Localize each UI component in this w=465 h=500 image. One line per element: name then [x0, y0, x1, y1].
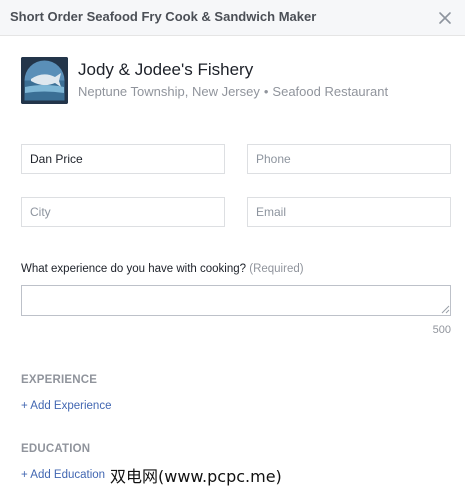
job-title: Short Order Seafood Fry Cook & Sandwich …	[10, 9, 317, 24]
add-experience-link[interactable]: + Add Experience	[21, 400, 111, 412]
business-category: Seafood Restaurant	[272, 84, 389, 99]
business-avatar	[21, 57, 68, 104]
business-location: Neptune Township, New Jersey	[78, 84, 260, 99]
character-counter: 500	[432, 324, 451, 336]
close-icon[interactable]	[437, 10, 453, 26]
business-info: Jody & Jodee's Fishery Neptune Township,…	[21, 57, 441, 105]
watermark: 双电网(www.pcpc.me)	[110, 467, 282, 486]
dialog-header: Short Order Seafood Fry Cook & Sandwich …	[0, 0, 465, 36]
resize-grip-icon[interactable]	[440, 304, 450, 314]
business-name[interactable]: Jody & Jodee's Fishery	[78, 60, 253, 80]
phone-field[interactable]	[247, 144, 451, 174]
city-field[interactable]	[21, 197, 225, 227]
question-text: What experience do you have with cooking…	[21, 263, 247, 275]
meta-separator: •	[263, 84, 269, 99]
fish-logo-icon	[21, 57, 68, 104]
cooking-question-label: What experience do you have with cooking…	[21, 263, 304, 275]
name-field[interactable]	[21, 144, 225, 174]
business-meta: Neptune Township, New Jersey • Seafood Res…	[78, 84, 388, 99]
experience-heading: EXPERIENCE	[21, 374, 98, 386]
add-education-link[interactable]: + Add Education	[21, 469, 105, 481]
email-field[interactable]	[247, 197, 451, 227]
required-marker: (Required)	[249, 263, 304, 275]
education-heading: EDUCATION	[21, 443, 91, 455]
cooking-experience-textarea[interactable]	[21, 285, 451, 316]
